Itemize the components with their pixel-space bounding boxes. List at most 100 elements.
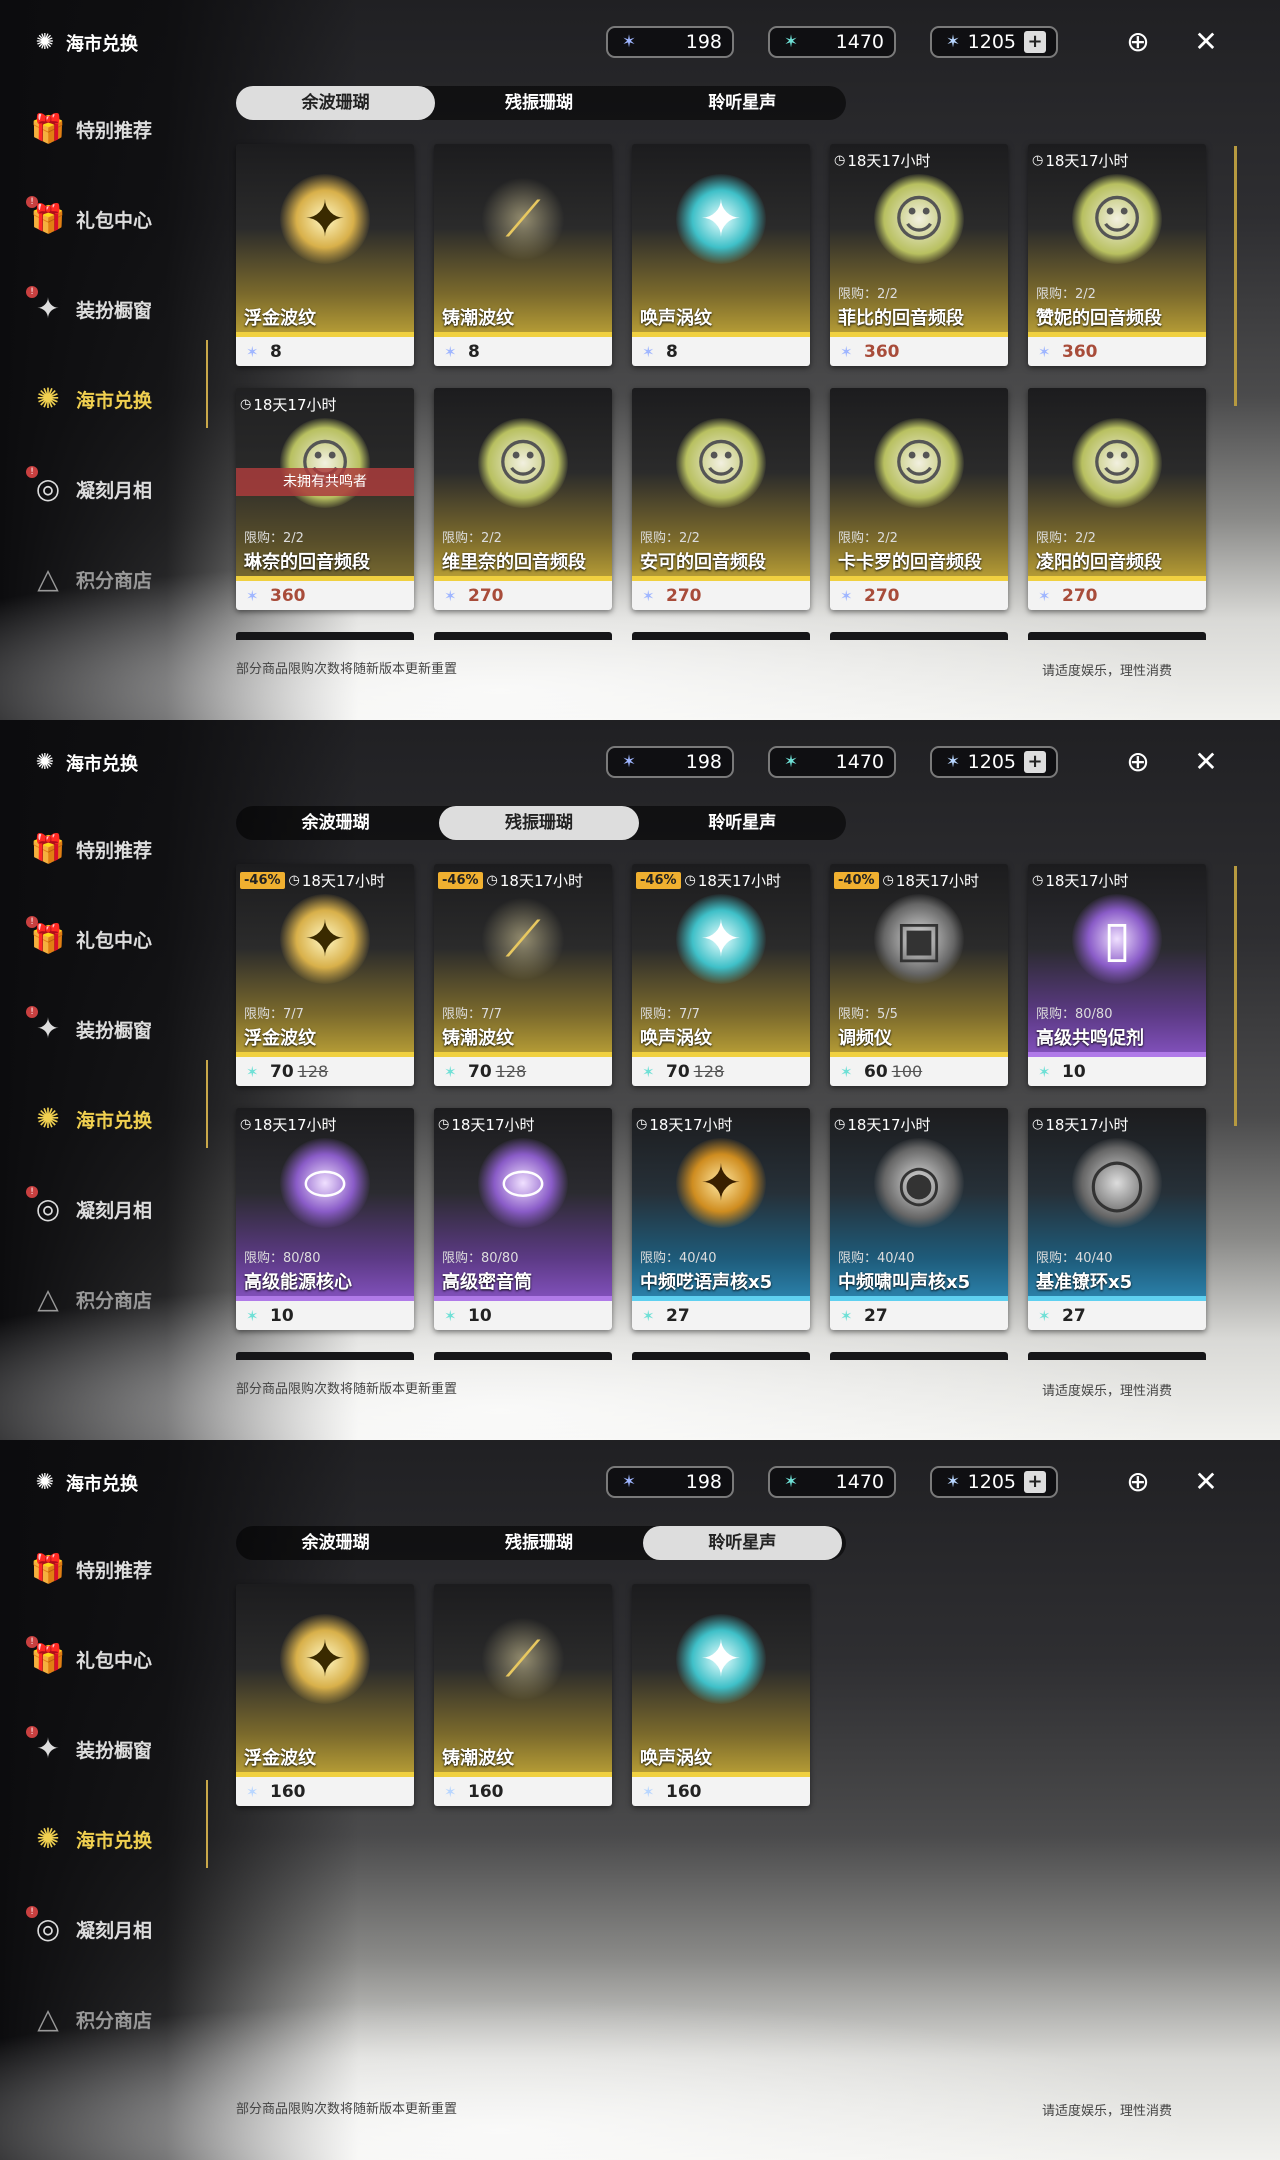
add-currency-button[interactable]: +: [1024, 31, 1046, 53]
afterglow-coral-icon: ✶: [246, 342, 259, 361]
item-timer: -46% ◷ 18天17小时: [636, 870, 781, 891]
shop-item-card[interactable]: ⟋ 铸潮波纹 ✶ 160: [434, 1584, 612, 1806]
sidebar-item[interactable]: 🎁 特别推荐: [28, 1524, 152, 1614]
purchase-limit: 限购：5/5: [838, 1007, 898, 1022]
sidebar-item[interactable]: ✦! 装扮橱窗: [26, 1704, 152, 1794]
item-name: 调频仪: [838, 1028, 892, 1049]
next-row-card-edge: [1028, 632, 1206, 640]
notification-dot: !: [26, 466, 38, 478]
item-name: 基准镣环x5: [1036, 1272, 1133, 1293]
reset-note: 部分商品限购次数将随新版本更新重置: [236, 662, 458, 677]
shop-item-card[interactable]: ✦ 浮金波纹 ✶ 160: [236, 1584, 414, 1806]
shop-item-card[interactable]: ✦ 唤声涡纹 ✶ 8: [632, 144, 810, 366]
character-portrait-icon: ☺: [676, 418, 766, 508]
currency-value: 198: [685, 31, 722, 53]
gold-ripple-icon: ✦: [280, 1614, 370, 1704]
sidebar-item[interactable]: ✦! 装扮橱窗: [26, 264, 152, 354]
add-currency-button[interactable]: +: [1024, 1471, 1046, 1493]
oscillate-coral-icon: ✶: [840, 1062, 853, 1081]
sidebar-item[interactable]: ✺ 海市兑换: [28, 1794, 152, 1884]
shop-item-card[interactable]: ▯ ◷ 18天17小时 限购：80/80 高级共鸣促剂 ✶ 10: [1028, 864, 1206, 1086]
scrollbar[interactable]: [1234, 866, 1237, 1126]
sidebar-item[interactable]: △ 积分商店: [28, 534, 152, 624]
shop-item-card[interactable]: ☺ ◷ 18天17小时 限购：2/2 赞妮的回音频段 ✶ 360: [1028, 144, 1206, 366]
currency-bar: ✶ 198 ✶ 1470 ✶ 1205 +: [606, 1466, 1092, 1498]
sidebar-item[interactable]: 🎁! 礼包中心: [26, 894, 152, 984]
coral-tree-icon: ✺: [36, 1102, 60, 1135]
shop-item-card[interactable]: ☺ ◷ 18天17小时 未拥有共鸣者 限购：2/2 琳奈的回音频段 ✶ 360: [236, 388, 414, 610]
clock-icon: ◷: [240, 1117, 252, 1132]
scrollbar[interactable]: [1234, 146, 1237, 406]
sidebar-item[interactable]: ✺ 海市兑换: [28, 354, 152, 444]
close-icon[interactable]: ✕: [1186, 1462, 1226, 1502]
oscillate-coral-icon: ✶: [642, 1306, 655, 1325]
sidebar-item[interactable]: 🎁! 礼包中心: [26, 174, 152, 264]
item-timer: -40% ◷ 18天17小时: [834, 870, 979, 891]
tab-3[interactable]: 聆听星声: [642, 1526, 842, 1560]
shop-item-card[interactable]: ✦ -46% ◷ 18天17小时 限购：7/7 浮金波纹 ✶ 70 128: [236, 864, 414, 1086]
shop-item-card[interactable]: ▣ -40% ◷ 18天17小时 限购：5/5 调频仪 ✶ 60 100: [830, 864, 1008, 1086]
shop-item-card[interactable]: ✦ 唤声涡纹 ✶ 160: [632, 1584, 810, 1806]
currency-counter[interactable]: ✶ 198: [606, 746, 734, 778]
price-bar: ✶ 270: [632, 581, 810, 610]
afterglow-coral-icon: ✶: [840, 586, 853, 605]
tab-2[interactable]: 残振珊瑚: [439, 86, 638, 120]
shop-item-card[interactable]: ☺ 限购：2/2 凌阳的回音频段 ✶ 270: [1028, 388, 1206, 610]
tab-1[interactable]: 余波珊瑚: [236, 806, 435, 840]
tab-1[interactable]: 余波珊瑚: [236, 1526, 435, 1560]
currency-counter[interactable]: ✶ 198: [606, 26, 734, 58]
sidebar-item[interactable]: 🎁! 礼包中心: [26, 1614, 152, 1704]
tab-2[interactable]: 残振珊瑚: [439, 806, 639, 840]
shop-item-card[interactable]: ◯ ◷ 18天17小时 限购：40/40 基准镣环x5 ✶ 27: [1028, 1108, 1206, 1330]
shop-item-card[interactable]: ⬭ ◷ 18天17小时 限购：80/80 高级能源核心 ✶ 10: [236, 1108, 414, 1330]
currency-counter[interactable]: ✶ 1205 +: [930, 26, 1058, 58]
close-icon[interactable]: ✕: [1186, 22, 1226, 62]
tab-3[interactable]: 聆听星声: [643, 86, 842, 120]
currency-counter[interactable]: ✶ 1205 +: [930, 1466, 1058, 1498]
sidebar-item[interactable]: △ 积分商店: [28, 1974, 152, 2064]
shop-item-card[interactable]: ☺ 限购：2/2 维里奈的回音频段 ✶ 270: [434, 388, 612, 610]
sidebar-item[interactable]: ◎! 凝刻月相: [26, 1884, 152, 1974]
timer-text: 18天17小时: [1045, 1116, 1129, 1134]
currency-counter[interactable]: ✶ 198: [606, 1466, 734, 1498]
oscillate-coral-icon: ✶: [246, 1062, 259, 1081]
points-triangle-icon: △: [37, 562, 59, 595]
sidebar-item[interactable]: ◎! 凝刻月相: [26, 1164, 152, 1254]
tab-2[interactable]: 残振珊瑚: [439, 1526, 638, 1560]
sidebar-item[interactable]: 🎁 特别推荐: [28, 804, 152, 894]
currency-counter[interactable]: ✶ 1205 +: [930, 746, 1058, 778]
tab-1[interactable]: 余波珊瑚: [236, 86, 436, 120]
item-timer: ◷ 18天17小时: [240, 1114, 337, 1135]
item-price: 270: [468, 585, 504, 606]
sidebar-item[interactable]: ◎! 凝刻月相: [26, 444, 152, 534]
sidebar-item[interactable]: ✦! 装扮橱窗: [26, 984, 152, 1074]
sidebar-item[interactable]: △ 积分商店: [28, 1254, 152, 1344]
shop-item-card[interactable]: ⟋ -46% ◷ 18天17小时 限购：7/7 铸潮波纹 ✶ 70 128: [434, 864, 612, 1086]
currency-counter[interactable]: ✶ 1470: [768, 26, 896, 58]
item-price: 10: [1062, 1061, 1086, 1082]
target-icon[interactable]: ⊕: [1118, 742, 1158, 782]
sidebar-item[interactable]: ✺ 海市兑换: [28, 1074, 152, 1164]
close-icon[interactable]: ✕: [1186, 742, 1226, 782]
tab-3[interactable]: 聆听星声: [643, 806, 842, 840]
currency-counter[interactable]: ✶ 1470: [768, 1466, 896, 1498]
target-icon[interactable]: ⊕: [1118, 22, 1158, 62]
shop-item-card[interactable]: ✦ -46% ◷ 18天17小时 限购：7/7 唤声涡纹 ✶ 70 128: [632, 864, 810, 1086]
sidebar-item[interactable]: 🎁 特别推荐: [28, 84, 152, 174]
shop-item-card[interactable]: ☺ 限购：2/2 卡卡罗的回音频段 ✶ 270: [830, 388, 1008, 610]
shop-item-card[interactable]: ☺ ◷ 18天17小时 限购：2/2 菲比的回音频段 ✶ 360: [830, 144, 1008, 366]
target-icon[interactable]: ⊕: [1118, 1462, 1158, 1502]
shop-item-card[interactable]: ⬭ ◷ 18天17小时 限购：80/80 高级密音筒 ✶ 10: [434, 1108, 612, 1330]
shop-item-card[interactable]: ☺ 限购：2/2 安可的回音频段 ✶ 270: [632, 388, 810, 610]
currency-counter[interactable]: ✶ 1470: [768, 746, 896, 778]
notification-dot: !: [26, 916, 38, 928]
add-currency-button[interactable]: +: [1024, 751, 1046, 773]
next-row-card-edge: [1028, 1352, 1206, 1360]
next-row-card-edge: [830, 632, 1008, 640]
shop-item-card[interactable]: ◉ ◷ 18天17小时 限购：40/40 中频啸叫声核x5 ✶ 27: [830, 1108, 1008, 1330]
shop-item-card[interactable]: ⟋ 铸潮波纹 ✶ 8: [434, 144, 612, 366]
sealed-tube-icon: ⬭: [478, 1138, 568, 1228]
shop-item-card[interactable]: ✦ 浮金波纹 ✶ 8: [236, 144, 414, 366]
echo-swirl-icon: ✦: [676, 1614, 766, 1704]
shop-item-card[interactable]: ✦ ◷ 18天17小时 限购：40/40 中频呓语声核x5 ✶ 27: [632, 1108, 810, 1330]
